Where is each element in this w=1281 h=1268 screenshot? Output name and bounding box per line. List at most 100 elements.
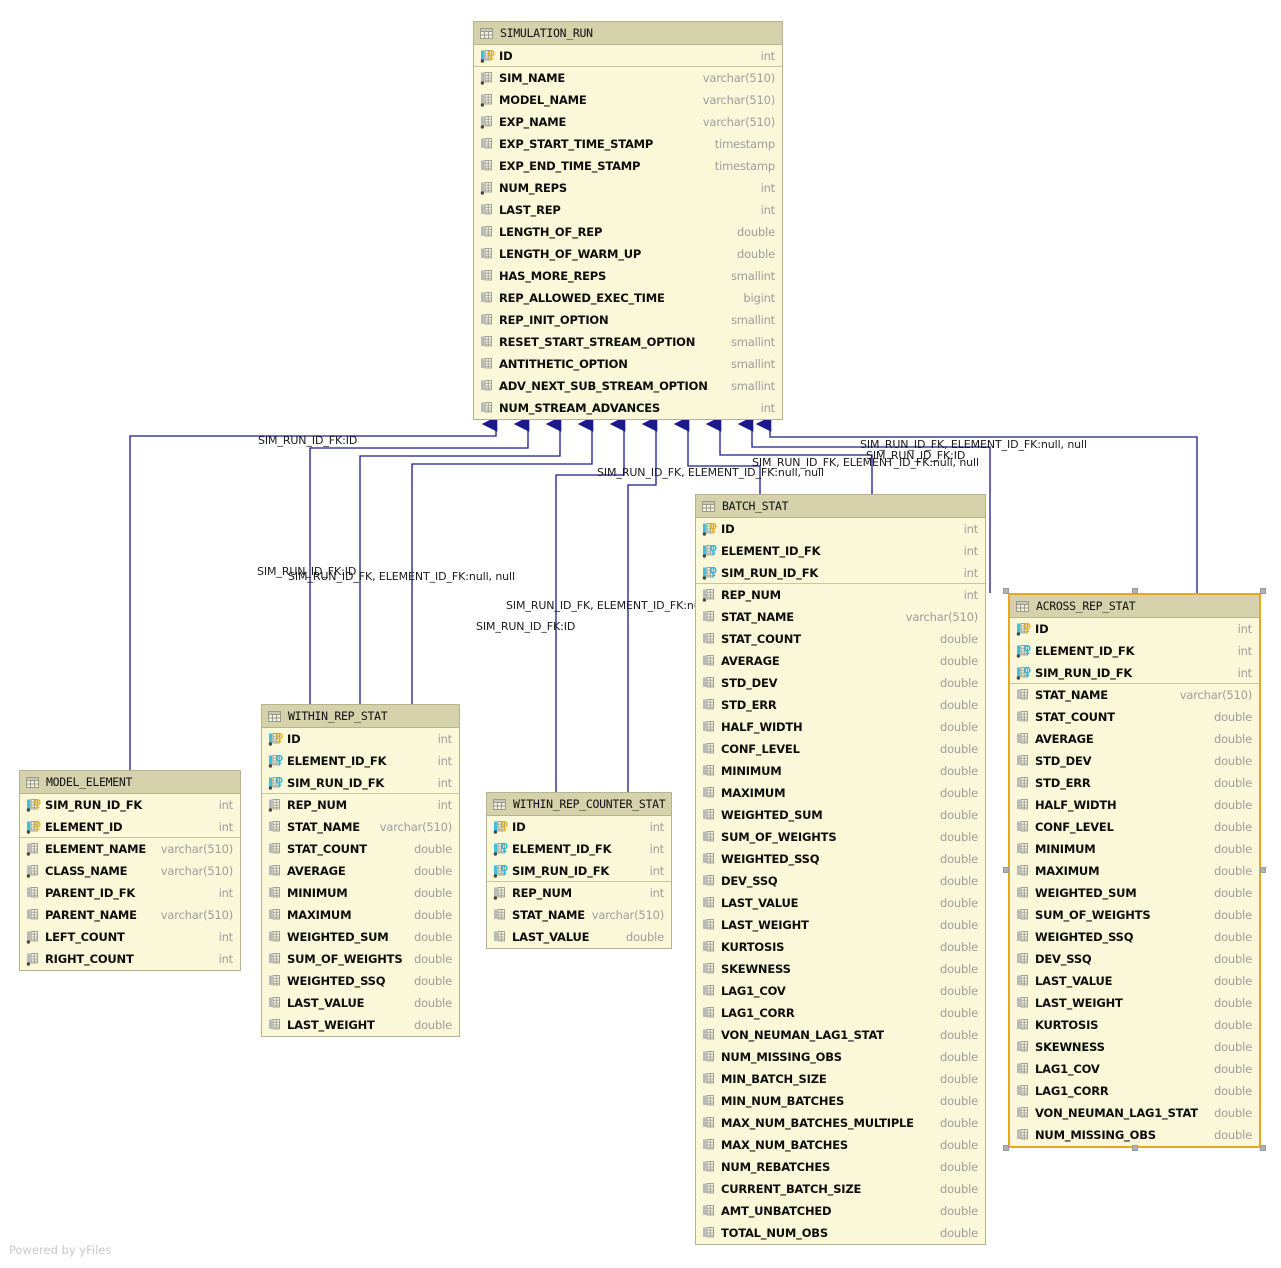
table-row[interactable]: LENGTH_OF_WARM_UP double: [474, 243, 782, 265]
selection-handle[interactable]: [1003, 1145, 1009, 1151]
table-row[interactable]: MAX_NUM_BATCHES double: [696, 1134, 985, 1156]
table-row[interactable]: SIM_RUN_ID_FK int: [696, 562, 985, 584]
table-row[interactable]: LAG1_COV double: [696, 980, 985, 1002]
table-row[interactable]: ID int: [1010, 618, 1259, 640]
table-row[interactable]: LAST_VALUE double: [487, 926, 671, 948]
table-row[interactable]: ADV_NEXT_SUB_STREAM_OPTION smallint: [474, 375, 782, 397]
er-diagram-canvas[interactable]: SIM_RUN_ID_FK:ID SIM_RUN_ID_FK, ELEMENT_I…: [0, 0, 1281, 1268]
table-row[interactable]: ANTITHETIC_OPTION smallint: [474, 353, 782, 375]
table-row[interactable]: WEIGHTED_SSQ double: [696, 848, 985, 870]
table-row[interactable]: HALF_WIDTH double: [1010, 794, 1259, 816]
selection-handle[interactable]: [1260, 866, 1266, 873]
table-row[interactable]: SKEWNESS double: [1010, 1036, 1259, 1058]
selection-handle[interactable]: [1003, 588, 1009, 594]
table-row[interactable]: SIM_RUN_ID_FK int: [487, 860, 671, 882]
table-row[interactable]: STAT_NAME varchar(510): [487, 904, 671, 926]
table-row[interactable]: ELEMENT_ID_FK int: [262, 750, 459, 772]
table-row[interactable]: MIN_BATCH_SIZE double: [696, 1068, 985, 1090]
table-node[interactable]: WITHIN_REP_COUNTER_STAT ID int ELEMENT_ID_F…: [486, 792, 672, 949]
table-row[interactable]: NUM_STREAM_ADVANCES int: [474, 397, 782, 419]
table-header[interactable]: MODEL_ELEMENT: [20, 771, 240, 794]
table-node[interactable]: SIMULATION_RUN ID int SIM_NAME varchar(510) M…: [473, 21, 783, 420]
table-row[interactable]: ID int: [262, 728, 459, 750]
table-row[interactable]: MINIMUM double: [1010, 838, 1259, 860]
table-node[interactable]: WITHIN_REP_STAT ID int ELEMENT_ID_FK int SIM_…: [261, 704, 460, 1037]
table-row[interactable]: SIM_NAME varchar(510): [474, 67, 782, 89]
table-row[interactable]: PARENT_ID_FK int: [20, 882, 240, 904]
table-node[interactable]: BATCH_STAT ID int ELEMENT_ID_FK int SIM_RUN_I…: [695, 494, 986, 1245]
table-row[interactable]: ELEMENT_ID_FK int: [487, 838, 671, 860]
table-row[interactable]: CLASS_NAME varchar(510): [20, 860, 240, 882]
table-row[interactable]: STD_DEV double: [696, 672, 985, 694]
table-header[interactable]: ACROSS_REP_STAT: [1010, 595, 1259, 618]
table-row[interactable]: SIM_RUN_ID_FK int: [262, 772, 459, 794]
table-row[interactable]: LAST_VALUE double: [262, 992, 459, 1014]
table-row[interactable]: CURRENT_BATCH_SIZE double: [696, 1178, 985, 1200]
table-row[interactable]: LAST_WEIGHT double: [262, 1014, 459, 1036]
table-row[interactable]: NUM_REBATCHES double: [696, 1156, 985, 1178]
table-row[interactable]: STAT_NAME varchar(510): [1010, 684, 1259, 706]
table-row[interactable]: AVERAGE double: [262, 860, 459, 882]
table-row[interactable]: MINIMUM double: [696, 760, 985, 782]
selection-handle[interactable]: [1260, 1145, 1266, 1151]
table-row[interactable]: DEV_SSQ double: [696, 870, 985, 892]
table-row[interactable]: ELEMENT_ID int: [20, 816, 240, 838]
table-row[interactable]: LAST_WEIGHT double: [1010, 992, 1259, 1014]
table-row[interactable]: HALF_WIDTH double: [696, 716, 985, 738]
table-row[interactable]: LAST_VALUE double: [1010, 970, 1259, 992]
table-row[interactable]: HAS_MORE_REPS smallint: [474, 265, 782, 287]
table-row[interactable]: LAST_VALUE double: [696, 892, 985, 914]
table-row[interactable]: CONF_LEVEL double: [696, 738, 985, 760]
table-row[interactable]: ID int: [696, 518, 985, 540]
table-row[interactable]: EXP_END_TIME_STAMP timestamp: [474, 155, 782, 177]
table-row[interactable]: MAX_NUM_BATCHES_MULTIPLE double: [696, 1112, 985, 1134]
table-row[interactable]: ID int: [487, 816, 671, 838]
table-row[interactable]: EXP_START_TIME_STAMP timestamp: [474, 133, 782, 155]
selection-handle[interactable]: [1003, 866, 1009, 873]
table-row[interactable]: WEIGHTED_SUM double: [696, 804, 985, 826]
table-row[interactable]: LEFT_COUNT int: [20, 926, 240, 948]
table-row[interactable]: STAT_NAME varchar(510): [262, 816, 459, 838]
table-row[interactable]: EXP_NAME varchar(510): [474, 111, 782, 133]
table-node[interactable]: MODEL_ELEMENT SIM_RUN_ID_FK int ELEMENT_ID i…: [19, 770, 241, 971]
table-row[interactable]: ELEMENT_NAME varchar(510): [20, 838, 240, 860]
table-row[interactable]: LAST_REP int: [474, 199, 782, 221]
table-row[interactable]: MINIMUM double: [262, 882, 459, 904]
table-row[interactable]: MAXIMUM double: [262, 904, 459, 926]
table-row[interactable]: NUM_MISSING_OBS double: [696, 1046, 985, 1068]
selection-handle[interactable]: [1131, 588, 1138, 594]
table-row[interactable]: SIM_RUN_ID_FK int: [1010, 662, 1259, 684]
table-row[interactable]: STD_ERR double: [696, 694, 985, 716]
table-row[interactable]: ID int: [474, 45, 782, 67]
table-row[interactable]: STD_ERR double: [1010, 772, 1259, 794]
table-row[interactable]: STD_DEV double: [1010, 750, 1259, 772]
table-header[interactable]: SIMULATION_RUN: [474, 22, 782, 45]
table-header[interactable]: WITHIN_REP_STAT: [262, 705, 459, 728]
table-row[interactable]: AVERAGE double: [696, 650, 985, 672]
table-header[interactable]: WITHIN_REP_COUNTER_STAT: [487, 793, 671, 816]
table-row[interactable]: WEIGHTED_SSQ double: [1010, 926, 1259, 948]
table-row[interactable]: SIM_RUN_ID_FK int: [20, 794, 240, 816]
table-row[interactable]: LAG1_COV double: [1010, 1058, 1259, 1080]
table-row[interactable]: REP_ALLOWED_EXEC_TIME bigint: [474, 287, 782, 309]
table-row[interactable]: MAXIMUM double: [696, 782, 985, 804]
table-row[interactable]: LAG1_CORR double: [696, 1002, 985, 1024]
table-row[interactable]: WEIGHTED_SSQ double: [262, 970, 459, 992]
table-row[interactable]: SUM_OF_WEIGHTS double: [262, 948, 459, 970]
table-row[interactable]: REP_NUM int: [262, 794, 459, 816]
table-row[interactable]: WEIGHTED_SUM double: [262, 926, 459, 948]
table-row[interactable]: NUM_MISSING_OBS double: [1010, 1124, 1259, 1146]
table-row[interactable]: TOTAL_NUM_OBS double: [696, 1222, 985, 1244]
table-row[interactable]: WEIGHTED_SUM double: [1010, 882, 1259, 904]
table-row[interactable]: CONF_LEVEL double: [1010, 816, 1259, 838]
table-row[interactable]: LAST_WEIGHT double: [696, 914, 985, 936]
selection-handle[interactable]: [1260, 588, 1266, 594]
table-row[interactable]: DEV_SSQ double: [1010, 948, 1259, 970]
table-row[interactable]: STAT_NAME varchar(510): [696, 606, 985, 628]
table-row[interactable]: ELEMENT_ID_FK int: [696, 540, 985, 562]
table-row[interactable]: KURTOSIS double: [1010, 1014, 1259, 1036]
table-row[interactable]: LAG1_CORR double: [1010, 1080, 1259, 1102]
table-row[interactable]: SUM_OF_WEIGHTS double: [1010, 904, 1259, 926]
table-row[interactable]: REP_NUM int: [696, 584, 985, 606]
selection-handle[interactable]: [1131, 1145, 1138, 1151]
